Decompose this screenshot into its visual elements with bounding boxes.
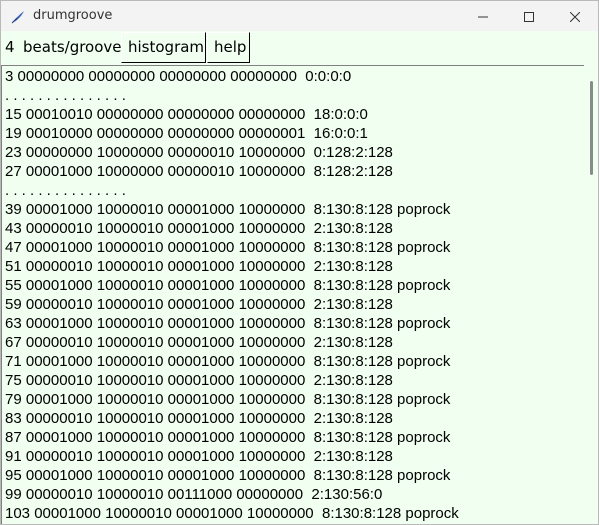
- scrollbar-thumb[interactable]: [590, 81, 593, 175]
- text-line: 15 00010010 00000000 00000000 00000000 1…: [5, 106, 368, 123]
- window-title: drumgroove: [33, 8, 113, 23]
- groove-text-area[interactable]: 3 00000000 00000000 00000000 00000000 0:…: [1, 65, 584, 524]
- text-line: 75 00000010 10000010 00001000 10000000 2…: [5, 372, 393, 389]
- text-line: 51 00000010 10000010 00001000 10000000 2…: [5, 258, 393, 275]
- text-line: 39 00001000 10000010 00001000 10000000 8…: [5, 201, 451, 218]
- text-line: 95 00001000 10000010 00001000 10000000 8…: [5, 467, 451, 484]
- text-line: 87 00001000 10000010 00001000 10000000 8…: [5, 429, 451, 446]
- feather-icon: [11, 9, 25, 24]
- beats-count[interactable]: 4: [5, 32, 15, 63]
- text-line: 55 00001000 10000010 00001000 10000000 8…: [5, 277, 451, 294]
- text-line: 47 00001000 10000010 00001000 10000000 8…: [5, 239, 451, 256]
- text-line: 71 00001000 10000010 00001000 10000000 8…: [5, 353, 451, 370]
- vertical-scrollbar[interactable]: [584, 65, 598, 524]
- maximize-icon: [524, 7, 534, 26]
- text-line: 67 00000010 10000010 00001000 10000000 2…: [5, 334, 393, 351]
- help-button[interactable]: help: [207, 32, 250, 63]
- toolbar: 4 beats/groove histogram help: [1, 32, 598, 65]
- text-line: 23 00000000 10000000 00000010 10000000 0…: [5, 144, 393, 161]
- beats-per-groove-label: beats/groove: [23, 38, 122, 56]
- app-window: drumgroove 4 beats/groove histogram help…: [0, 0, 599, 525]
- text-line: 63 00001000 10000010 00001000 10000000 8…: [5, 315, 451, 332]
- maximize-button[interactable]: [506, 1, 552, 31]
- minimize-icon: [478, 7, 488, 26]
- histogram-button[interactable]: histogram: [121, 32, 206, 63]
- text-line: 19 00010000 00000000 00000000 00000001 1…: [5, 125, 368, 142]
- title-bar[interactable]: drumgroove: [1, 1, 598, 31]
- close-button[interactable]: [552, 1, 598, 31]
- text-line: 103 00001000 10000010 00001000 10000000 …: [5, 505, 459, 522]
- text-line: . . . . . . . . . . . . . . .: [5, 87, 126, 104]
- text-line: 83 00000010 10000010 00001000 10000000 2…: [5, 410, 393, 427]
- minimize-button[interactable]: [460, 1, 506, 31]
- text-line: 27 00001000 10000000 00000010 10000000 8…: [5, 163, 393, 180]
- text-line: 91 00000010 10000010 00001000 10000000 2…: [5, 448, 393, 465]
- text-line: 59 00000010 10000010 00001000 10000000 2…: [5, 296, 393, 313]
- text-line: 43 00000010 10000010 00001000 10000000 2…: [5, 220, 393, 237]
- text-line: 79 00001000 10000010 00001000 10000000 8…: [5, 391, 451, 408]
- text-line: 99 00000010 10000010 00111000 00000000 2…: [5, 486, 383, 503]
- close-icon: [569, 7, 581, 26]
- text-line: . . . . . . . . . . . . . . .: [5, 182, 126, 199]
- text-line: 3 00000000 00000000 00000000 00000000 0:…: [5, 68, 352, 85]
